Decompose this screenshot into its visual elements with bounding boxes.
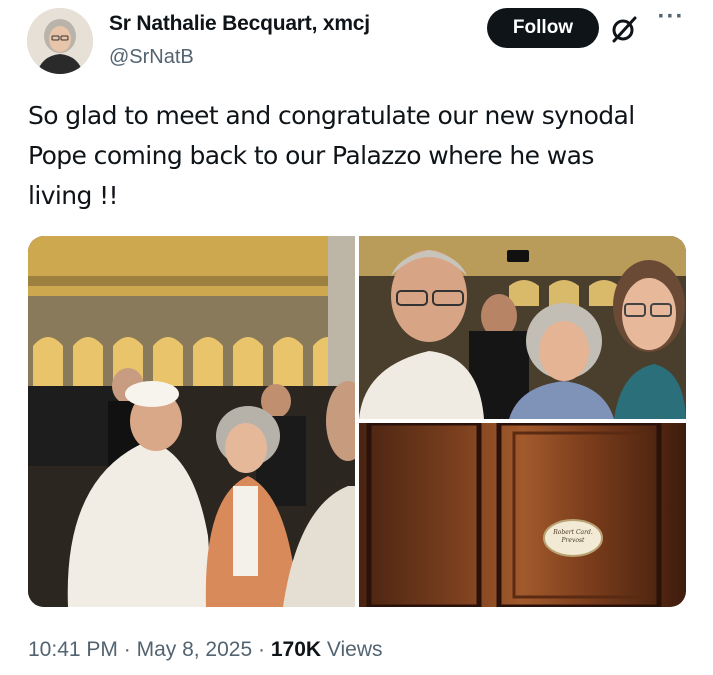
views-label: Views bbox=[326, 638, 383, 661]
media-grid: Robert Card. Prevost bbox=[28, 236, 686, 607]
photo-door-plaque[interactable]: Robert Card. Prevost bbox=[359, 423, 686, 607]
door-plaque-text: Robert Card. Prevost bbox=[553, 529, 593, 544]
tweet-text: So glad to meet and congratulate our new… bbox=[28, 101, 635, 210]
tweet-time[interactable]: 10:41 PM bbox=[28, 638, 118, 661]
avatar-image bbox=[27, 8, 93, 74]
author-avatar[interactable] bbox=[27, 8, 93, 74]
meta-separator: · bbox=[258, 638, 265, 661]
author-display-name[interactable]: Sr Nathalie Becquart, xmcj bbox=[109, 12, 370, 36]
photo-courtyard-meeting[interactable] bbox=[28, 236, 355, 607]
more-icon[interactable]: ··· bbox=[655, 5, 687, 32]
author-handle[interactable]: @SrNatB bbox=[109, 46, 194, 69]
tweet-date[interactable]: May 8, 2025 bbox=[137, 638, 253, 661]
grok-icon[interactable] bbox=[609, 14, 639, 44]
follow-button[interactable]: Follow bbox=[487, 8, 599, 48]
tweet-meta: 10:41 PM · May 8, 2025 · 170K Views bbox=[28, 638, 383, 662]
meta-separator: · bbox=[123, 638, 131, 661]
views-count: 170K bbox=[270, 638, 322, 661]
photo-selfie[interactable] bbox=[359, 236, 686, 419]
